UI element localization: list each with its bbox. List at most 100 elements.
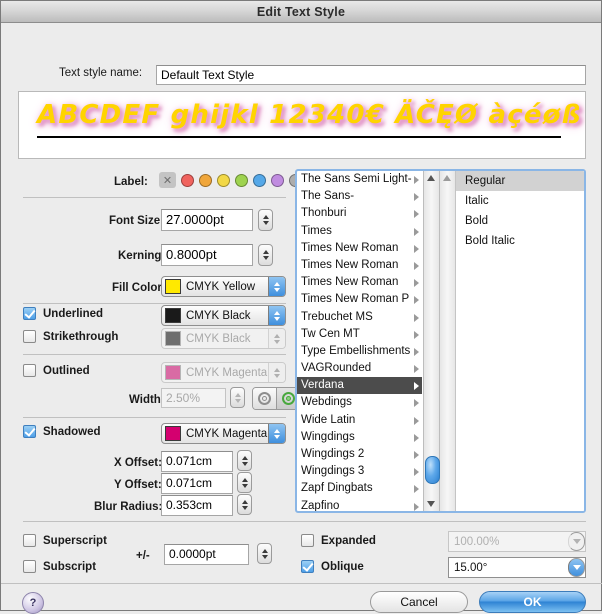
popup-arrows-icon[interactable] [268,306,285,325]
subscript-checkbox[interactable] [23,560,36,573]
font-list-item[interactable]: Wingdings 2 [297,446,422,463]
scroll-up-arrow-icon[interactable] [443,175,451,181]
kerning-stepper[interactable] [258,244,273,266]
stepper-down-icon[interactable] [262,256,269,260]
chevron-right-icon[interactable] [414,261,419,270]
outlined-row[interactable]: Outlined [23,364,90,377]
chevron-right-icon[interactable] [414,227,419,236]
blur-radius-input[interactable]: 0.353cm [161,495,233,516]
chevron-right-icon[interactable] [414,502,419,511]
font-list-item[interactable]: Zapf Dingbats [297,480,422,497]
oblique-row[interactable]: Oblique [301,560,364,573]
font-list-item[interactable]: VAGRounded [297,360,422,377]
label-color-yellow[interactable] [217,173,230,187]
style-list-scrollbar[interactable] [440,171,456,511]
label-color-green[interactable] [235,173,248,187]
style-list-item[interactable]: Bold Italic [456,231,584,251]
shadowed-checkbox[interactable] [23,425,36,438]
font-list-item[interactable]: The Sans Semi Light- [297,171,422,188]
outline-mode-buttons[interactable] [252,387,301,410]
y-offset-input[interactable]: 0.071cm [161,473,233,494]
popup-arrows-icon[interactable] [268,424,285,443]
label-color-blue[interactable] [253,173,266,187]
font-list-item[interactable]: Thonburi [297,205,422,222]
chevron-right-icon[interactable] [414,244,419,253]
underlined-row[interactable]: Underlined [23,307,103,320]
font-list-item[interactable]: Trebuchet MS [297,309,422,326]
chevron-right-icon[interactable] [414,485,419,494]
x-offset-stepper[interactable] [237,450,252,471]
kerning-input[interactable]: 0.8000pt [161,244,253,266]
superscript-checkbox[interactable] [23,534,36,547]
plus-minus-input[interactable]: 0.0000pt [164,544,249,565]
chevron-right-icon[interactable] [414,279,419,288]
x-offset-input[interactable]: 0.071cm [161,451,233,472]
font-list-item[interactable]: The Sans- [297,188,422,205]
label-color-orange[interactable] [199,173,212,187]
chevron-right-icon[interactable] [414,382,419,391]
chevron-right-icon[interactable] [414,451,419,459]
chevron-down-icon[interactable] [568,558,585,577]
font-list-item[interactable]: Webdings [297,394,422,411]
font-list-item[interactable]: Verdana [297,377,422,395]
strikethrough-row[interactable]: Strikethrough [23,330,118,343]
font-list-item[interactable]: Wingdings [297,429,422,446]
font-list-item[interactable]: Type Embellishments [297,343,422,360]
underline-color-popup[interactable]: CMYK Black [161,305,286,326]
font-list-item[interactable]: Wingdings 3 [297,463,422,480]
oblique-combo[interactable]: 15.00° [448,557,586,578]
chevron-right-icon[interactable] [414,193,419,202]
font-family-items[interactable]: The Sans Semi Light- The Sans- Thonburi Tim… [297,171,422,511]
ok-button[interactable]: OK [479,591,586,613]
label-color-red[interactable] [181,173,194,187]
chevron-right-icon[interactable] [414,176,419,184]
label-color-purple[interactable] [271,173,284,187]
stepper-up-icon[interactable] [262,250,269,254]
font-list-item[interactable]: Wide Latin [297,412,422,429]
font-list-item[interactable]: Times New Roman [297,257,422,274]
font-list-item[interactable]: Zapfino [297,498,422,511]
style-name-input[interactable]: Default Text Style [156,65,586,85]
chevron-right-icon[interactable] [414,468,419,477]
font-list-item[interactable]: Tw Cen MT [297,326,422,343]
style-list-item[interactable]: Bold [456,211,584,231]
label-none-swatch[interactable]: ✕ [159,172,176,188]
scroll-down-arrow-icon[interactable] [427,501,435,507]
underlined-checkbox[interactable] [23,307,36,320]
style-list-item[interactable]: Italic [456,191,584,211]
outline-mode-center-button[interactable] [253,388,276,409]
chevron-right-icon[interactable] [414,210,419,219]
chevron-right-icon[interactable] [414,313,419,322]
superscript-row[interactable]: Superscript [23,534,107,547]
font-list-item[interactable]: Times New Roman [297,240,422,257]
oblique-checkbox[interactable] [301,560,314,573]
cancel-button[interactable]: Cancel [370,591,468,613]
blur-radius-stepper[interactable] [237,494,252,515]
subscript-row[interactable]: Subscript [23,560,96,573]
strikethrough-checkbox[interactable] [23,330,36,343]
chevron-right-icon[interactable] [414,433,419,442]
font-style-items[interactable]: Regular Italic Bold Bold Italic [456,171,584,251]
scroll-up-arrow-icon[interactable] [427,175,435,181]
font-style-list[interactable]: Regular Italic Bold Bold Italic [440,171,584,511]
font-list-item[interactable]: Times New Roman P [297,291,422,308]
font-list-item[interactable]: Times [297,223,422,240]
chevron-right-icon[interactable] [414,365,419,374]
chevron-right-icon[interactable] [414,330,419,339]
font-size-input[interactable]: 27.0000pt [161,209,253,231]
fill-color-popup[interactable]: CMYK Yellow [161,276,286,297]
expanded-checkbox[interactable] [301,534,314,547]
font-size-stepper[interactable] [258,209,273,231]
chevron-right-icon[interactable] [414,416,419,425]
stepper-up-icon[interactable] [262,215,269,219]
chevron-right-icon[interactable] [414,296,419,305]
stepper-down-icon[interactable] [262,221,269,225]
plus-minus-stepper[interactable] [257,543,272,564]
font-family-list[interactable]: The Sans Semi Light- The Sans- Thonburi Tim… [297,171,423,511]
scrollbar-thumb[interactable] [425,456,440,484]
outlined-checkbox[interactable] [23,364,36,377]
shadow-color-popup[interactable]: CMYK Magenta [161,423,286,444]
expanded-row[interactable]: Expanded [301,534,376,547]
chevron-right-icon[interactable] [414,347,419,356]
font-list-scrollbar[interactable] [423,171,440,511]
